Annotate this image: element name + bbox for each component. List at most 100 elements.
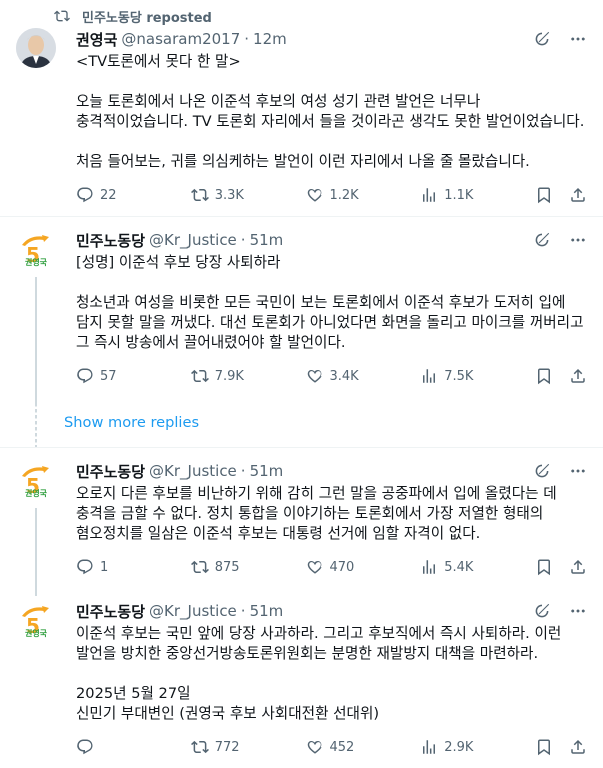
- author-handle[interactable]: @Kr_Justice: [149, 462, 237, 480]
- views-button[interactable]: 5.4K: [420, 558, 480, 576]
- more-icon[interactable]: [569, 30, 587, 48]
- tweet-text: 오로지 다른 후보를 비난하기 위해 감히 그런 말을 공중파에서 입에 올렸다…: [76, 485, 562, 542]
- repost-count: 7.9K: [214, 368, 244, 384]
- repost-button[interactable]: 875: [191, 558, 251, 576]
- repost-icon: [191, 738, 209, 756]
- views-count: 5.4K: [444, 559, 474, 575]
- author-name[interactable]: 권영국: [76, 29, 117, 50]
- tweet[interactable]: 권영국 민주노동당 @Kr_Justice · 51m 오로지 다른 후보를 비…: [0, 448, 603, 596]
- views-count: 1.1K: [444, 187, 474, 203]
- grok-icon[interactable]: [533, 462, 551, 480]
- repost-count: 875: [214, 559, 240, 575]
- views-icon: [420, 558, 438, 576]
- show-more-label: Show more replies: [64, 413, 200, 431]
- tweet[interactable]: 권영국 민주노동당 @Kr_Justice · 51m [성명] 이준석 후보 …: [0, 217, 603, 405]
- author-name[interactable]: 민주노동당: [76, 461, 145, 482]
- grok-icon[interactable]: [533, 231, 551, 249]
- reply-icon: [76, 186, 94, 204]
- reply-icon: [76, 367, 94, 385]
- like-icon: [306, 738, 324, 756]
- author-handle[interactable]: @Kr_Justice: [149, 602, 237, 620]
- reply-button[interactable]: 1: [76, 558, 136, 576]
- share-icon[interactable]: [569, 186, 587, 204]
- action-bar: 1 875 470 5.4K: [76, 552, 587, 582]
- repost-icon: [54, 8, 70, 24]
- like-button[interactable]: 3.4K: [306, 367, 366, 385]
- share-icon[interactable]: [569, 738, 587, 756]
- more-icon[interactable]: [569, 462, 587, 480]
- repost-button[interactable]: 7.9K: [191, 367, 251, 385]
- more-icon[interactable]: [569, 231, 587, 249]
- author-handle[interactable]: @nasaram2017: [121, 30, 240, 48]
- logo-label: 권영국: [24, 629, 48, 638]
- like-icon: [306, 558, 324, 576]
- avatar[interactable]: [16, 28, 56, 68]
- like-button[interactable]: 1.2K: [306, 186, 366, 204]
- person-photo: [16, 28, 56, 68]
- repost-label: 민주노동당 reposted: [82, 10, 212, 26]
- reply-button[interactable]: 22: [76, 186, 136, 204]
- repost-count: 772: [214, 739, 240, 755]
- grok-icon[interactable]: [533, 602, 551, 620]
- timestamp[interactable]: 51m: [250, 462, 284, 480]
- repost-button[interactable]: 772: [191, 738, 251, 756]
- views-button[interactable]: 2.9K: [420, 738, 480, 756]
- like-count: 3.4K: [329, 368, 359, 384]
- views-button[interactable]: 1.1K: [420, 186, 480, 204]
- separator: ·: [240, 462, 246, 480]
- tweet[interactable]: 민주노동당 reposted 권영국 @nasaram2017 · 12m <T…: [0, 0, 603, 217]
- reply-button[interactable]: 57: [76, 367, 136, 385]
- views-icon: [420, 738, 438, 756]
- action-bar: 772 452 2.9K: [76, 732, 587, 762]
- separator: ·: [240, 602, 246, 620]
- like-button[interactable]: 452: [306, 738, 366, 756]
- thread-line: [35, 508, 37, 596]
- reply-count: 1: [100, 559, 109, 575]
- repost-icon: [191, 367, 209, 385]
- repost-icon: [191, 186, 209, 204]
- author-name[interactable]: 민주노동당: [76, 601, 145, 622]
- tweet-text: 이준석 후보는 국민 앞에 당장 사과하라. 그리고 후보직에서 즉시 사퇴하라…: [76, 625, 562, 722]
- author-handle[interactable]: @Kr_Justice: [149, 231, 237, 249]
- bookmark-icon[interactable]: [535, 738, 553, 756]
- views-button[interactable]: 7.5K: [420, 367, 480, 385]
- repost-indicator: 민주노동당 reposted: [16, 0, 587, 28]
- timestamp[interactable]: 51m: [250, 602, 284, 620]
- repost-icon: [191, 558, 209, 576]
- action-bar: 57 7.9K 3.4K 7.5K: [76, 361, 587, 391]
- reply-count: 57: [100, 368, 117, 384]
- views-icon: [420, 367, 438, 385]
- logo-label: 권영국: [24, 489, 48, 498]
- bookmark-icon[interactable]: [535, 367, 553, 385]
- reply-icon: [76, 558, 94, 576]
- like-count: 470: [329, 559, 355, 575]
- more-icon[interactable]: [569, 602, 587, 620]
- tweet-text: [성명] 이준석 후보 당장 사퇴하라 청소년과 여성을 비롯한 모든 국민이 …: [76, 254, 584, 351]
- repost-count: 3.3K: [214, 187, 244, 203]
- views-count: 7.5K: [444, 368, 474, 384]
- views-icon: [420, 186, 438, 204]
- timestamp[interactable]: 12m: [253, 30, 287, 48]
- bookmark-icon[interactable]: [535, 186, 553, 204]
- show-more-replies[interactable]: Show more replies: [0, 397, 603, 448]
- reply-button[interactable]: [76, 738, 136, 756]
- grok-icon[interactable]: [533, 30, 551, 48]
- separator: ·: [240, 231, 246, 249]
- author-name[interactable]: 민주노동당: [76, 230, 145, 251]
- share-icon[interactable]: [569, 558, 587, 576]
- tweet-text: <TV토론에서 못다 한 말> 오늘 토론회에서 나온 이준석 후보의 여성 성…: [76, 53, 585, 170]
- like-count: 1.2K: [329, 187, 359, 203]
- repost-button[interactable]: 3.3K: [191, 186, 251, 204]
- like-button[interactable]: 470: [306, 558, 366, 576]
- reply-count: 22: [100, 187, 117, 203]
- tweet[interactable]: 권영국 민주노동당 @Kr_Justice · 51m 이준석 후보는 국민 앞…: [0, 588, 603, 768]
- logo-label: 권영국: [24, 258, 48, 267]
- thread-line: [35, 277, 37, 405]
- timestamp[interactable]: 51m: [250, 231, 284, 249]
- separator: ·: [244, 30, 250, 48]
- bookmark-icon[interactable]: [535, 558, 553, 576]
- like-count: 452: [329, 739, 355, 755]
- action-bar: 22 3.3K 1.2K 1.1K: [76, 180, 587, 210]
- share-icon[interactable]: [569, 367, 587, 385]
- like-icon: [306, 186, 324, 204]
